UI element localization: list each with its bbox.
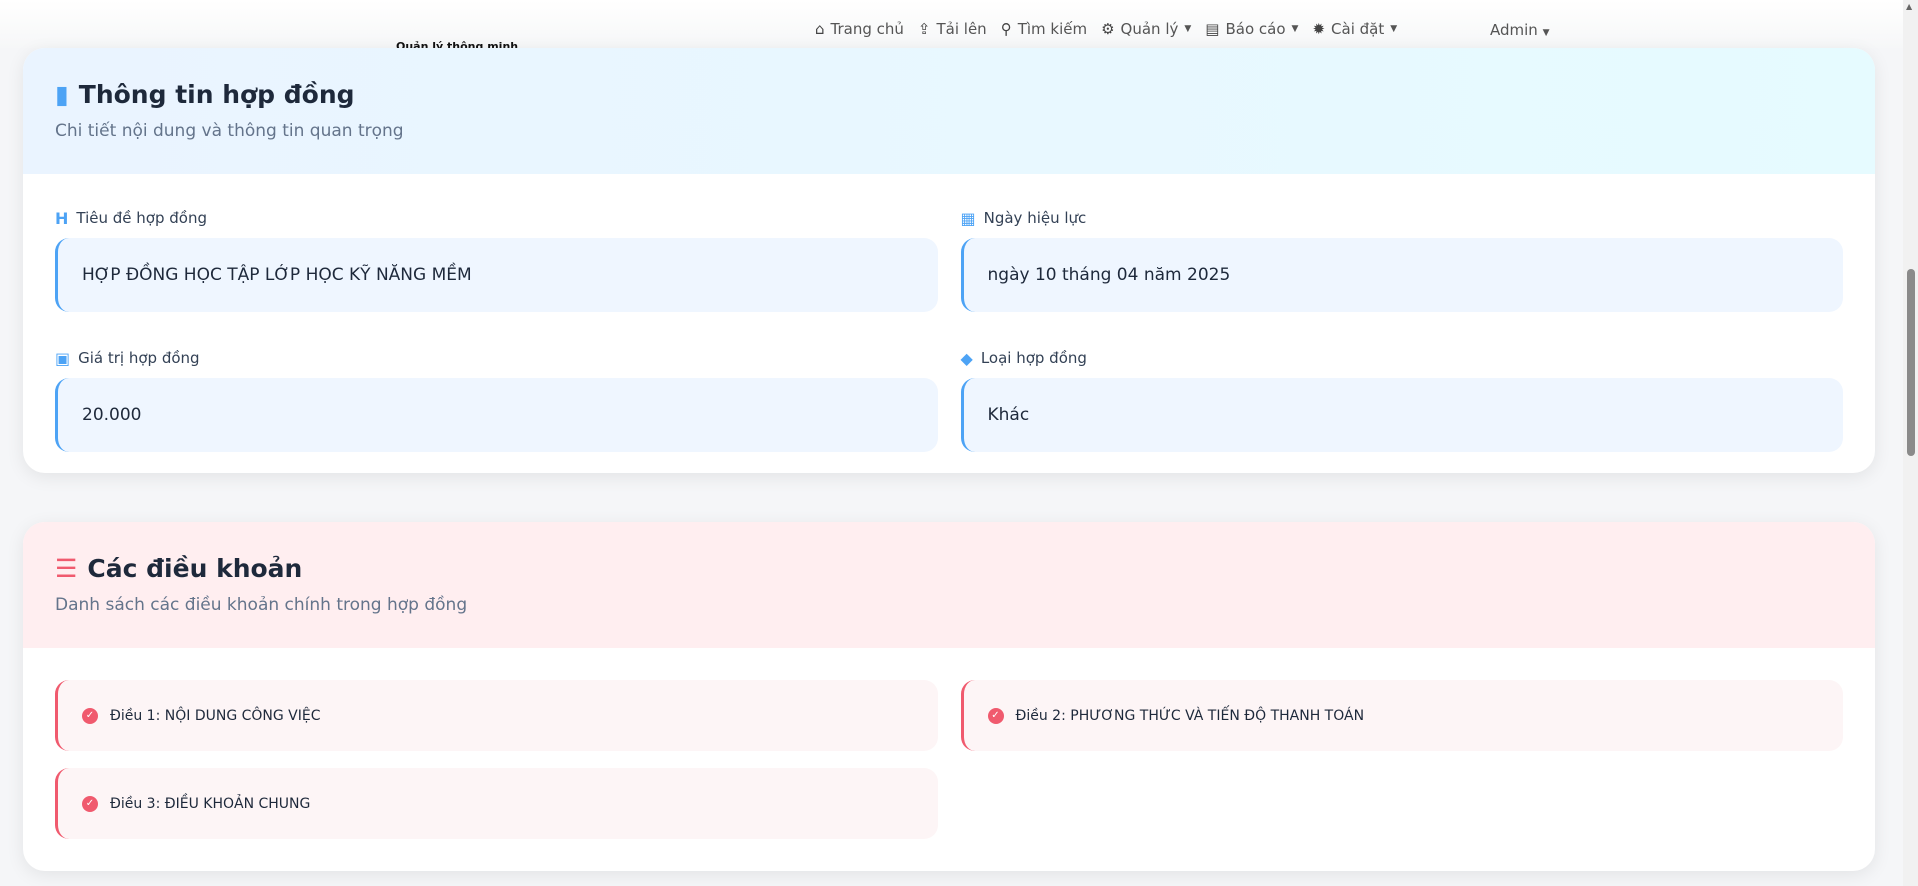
card-subtitle: Danh sách các điều khoản chính trong hợp… bbox=[55, 595, 468, 615]
nav-label: Cài đặt bbox=[1331, 20, 1385, 38]
nav-label: Tìm kiếm bbox=[1017, 20, 1088, 38]
tag-icon: ◆ bbox=[960, 348, 973, 368]
nav-reports[interactable]: ▤ Báo cáo ▼ bbox=[1205, 20, 1298, 38]
nav-home[interactable]: ⌂ Trang chủ bbox=[815, 20, 904, 38]
field-label: Tiêu đề hợp đồng bbox=[76, 209, 207, 227]
card-title: Thông tin hợp đồng bbox=[78, 80, 355, 109]
scrollbar-thumb[interactable] bbox=[1907, 269, 1915, 456]
field-value: HỢP ĐỒNG HỌC TẬP LỚP HỌC KỸ NĂNG MỀM bbox=[55, 238, 938, 312]
user-name: Admin bbox=[1490, 21, 1538, 39]
card-header: ☰ Các điều khoản Danh sách các điều khoản… bbox=[23, 522, 1875, 648]
field-label: Ngày hiệu lực bbox=[983, 209, 1087, 227]
contract-info-card: ▮ Thông tin hợp đồng Chi tiết nội dung và… bbox=[23, 48, 1875, 473]
check-circle-icon: ✓ bbox=[82, 707, 98, 724]
user-menu[interactable]: Admin ▼ bbox=[1490, 21, 1550, 39]
field-value: 20.000 bbox=[55, 378, 938, 452]
nav-settings[interactable]: ✹ Cài đặt ▼ bbox=[1312, 20, 1397, 38]
upload-icon: ⇪ bbox=[917, 20, 931, 38]
nav-label: Tải lên bbox=[936, 20, 987, 38]
list-icon: ☰ bbox=[55, 554, 78, 583]
field-title: H Tiêu đề hợp đồng HỢP ĐỒNG HỌC TẬP LỚP HỌ… bbox=[55, 208, 938, 312]
nav-label: Trang chủ bbox=[830, 20, 904, 38]
caret-down-icon: ▼ bbox=[1542, 28, 1550, 38]
gear-icon: ✹ bbox=[1312, 20, 1326, 38]
card-title: Các điều khoản bbox=[87, 554, 303, 583]
main-nav: ⌂ Trang chủ ⇪ Tải lên ⚲ Tìm kiếm ⚙ Quản lý ▼ … bbox=[815, 20, 1397, 38]
check-circle-icon: ✓ bbox=[82, 795, 98, 812]
term-label: Điều 2: PHƯƠNG THỨC VÀ TIẾN ĐỘ THANH TOÁ… bbox=[1015, 707, 1365, 724]
gears-icon: ⚙ bbox=[1101, 20, 1115, 38]
money-bill-icon: ▣ bbox=[55, 348, 71, 368]
nav-search[interactable]: ⚲ Tìm kiếm bbox=[1001, 20, 1087, 38]
nav-label: Quản lý bbox=[1120, 20, 1179, 38]
scroll-up-icon[interactable]: ▲ bbox=[1906, 2, 1912, 11]
card-subtitle: Chi tiết nội dung và thông tin quan trọn… bbox=[55, 121, 404, 141]
card-header: ▮ Thông tin hợp đồng Chi tiết nội dung và… bbox=[23, 48, 1875, 174]
caret-down-icon: ▼ bbox=[1390, 24, 1398, 34]
field-value: Khác bbox=[960, 378, 1843, 452]
check-circle-icon: ✓ bbox=[987, 707, 1004, 724]
field-label: Giá trị hợp đồng bbox=[78, 349, 200, 367]
top-navbar: Quản lý thông minh ⌂ Trang chủ ⇪ Tải lên ⚲… bbox=[0, 0, 1903, 53]
search-icon: ⚲ bbox=[1000, 20, 1012, 38]
term-label: Điều 1: NỘI DUNG CÔNG VIỆC bbox=[110, 707, 321, 724]
nav-label: Báo cáo bbox=[1225, 20, 1286, 38]
file-icon: ▮ bbox=[55, 80, 69, 109]
chart-icon: ▤ bbox=[1205, 20, 1220, 38]
nav-upload[interactable]: ⇪ Tải lên bbox=[918, 20, 987, 38]
nav-manage[interactable]: ⚙ Quản lý ▼ bbox=[1101, 20, 1191, 38]
field-contract-type: ◆ Loại hợp đồng Khác bbox=[960, 348, 1843, 452]
field-label: Loại hợp đồng bbox=[980, 349, 1087, 367]
term-item: ✓ Điều 3: ĐIỀU KHOẢN CHUNG bbox=[55, 768, 938, 839]
term-label: Điều 3: ĐIỀU KHOẢN CHUNG bbox=[110, 795, 311, 812]
term-item: ✓ Điều 1: NỘI DUNG CÔNG VIỆC bbox=[55, 680, 938, 751]
field-effective-date: ▦ Ngày hiệu lực ngày 10 tháng 04 năm 2025 bbox=[960, 208, 1843, 312]
field-value: ngày 10 tháng 04 năm 2025 bbox=[960, 238, 1843, 312]
heading-icon: H bbox=[55, 208, 69, 228]
caret-down-icon: ▼ bbox=[1184, 24, 1192, 34]
calendar-check-icon: ▦ bbox=[960, 208, 976, 228]
terms-card: ☰ Các điều khoản Danh sách các điều khoản… bbox=[23, 522, 1875, 871]
field-value-amount: ▣ Giá trị hợp đồng 20.000 bbox=[55, 348, 938, 452]
home-icon: ⌂ bbox=[815, 20, 825, 38]
page-scrollbar[interactable]: ▲ bbox=[1903, 0, 1918, 886]
caret-down-icon: ▼ bbox=[1291, 24, 1299, 34]
term-item: ✓ Điều 2: PHƯƠNG THỨC VÀ TIẾN ĐỘ THANH TO… bbox=[960, 680, 1843, 751]
